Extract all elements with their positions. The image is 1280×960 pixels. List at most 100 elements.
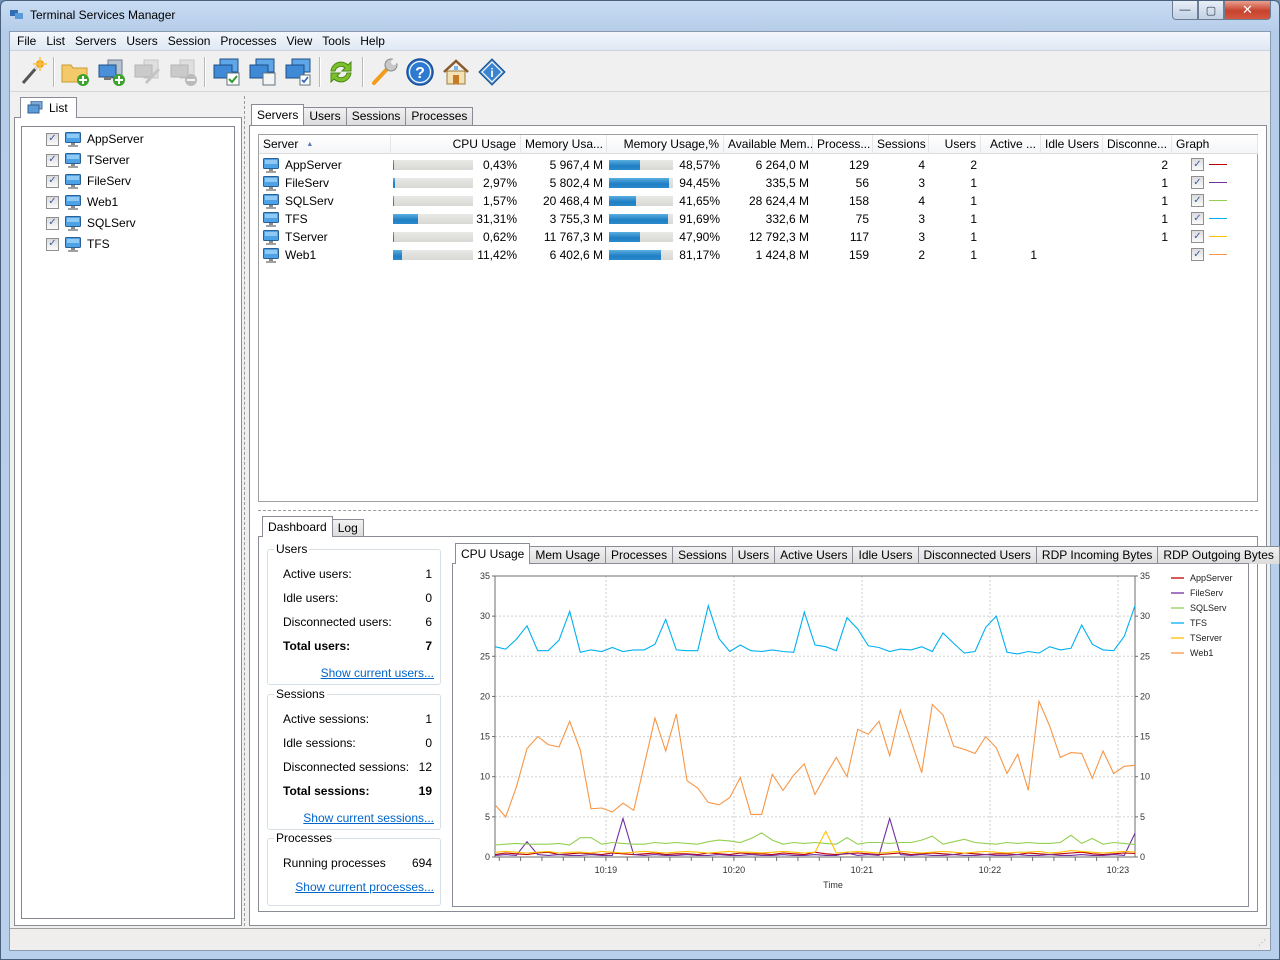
table-row[interactable]: SQLServ 1,57% 20 468,4 M 41,65% 28 624,4 M 15… xyxy=(259,192,1257,210)
column-header-active[interactable]: Active ... xyxy=(981,135,1041,154)
graph-checkbox[interactable]: ✓ xyxy=(1191,158,1204,171)
cell-mem: 6 402,6 M xyxy=(549,248,603,262)
column-header-available-mem[interactable]: Available Mem... xyxy=(724,135,813,154)
graph-checkbox[interactable]: ✓ xyxy=(1191,248,1204,261)
tab-processes[interactable]: Processes xyxy=(405,107,474,125)
magic-wand-button[interactable] xyxy=(14,54,50,90)
chart-tab-sessions[interactable]: Sessions xyxy=(672,546,733,564)
show-current-users-link[interactable]: Show current users... xyxy=(321,666,434,680)
column-header-process[interactable]: Process... xyxy=(813,135,873,154)
server-checkbox[interactable]: ✓ xyxy=(46,195,59,209)
menu-session[interactable]: Session xyxy=(163,32,216,51)
toolbar-separator xyxy=(204,56,205,87)
vertical-splitter[interactable] xyxy=(244,96,247,926)
settings-wrench-button[interactable] xyxy=(366,54,402,90)
graph-checkbox[interactable]: ✓ xyxy=(1191,194,1204,207)
chart-tab-rdp-incoming-bytes[interactable]: RDP Incoming Bytes xyxy=(1035,546,1159,564)
column-header-users[interactable]: Users xyxy=(929,135,981,154)
server-checkbox[interactable]: ✓ xyxy=(46,237,59,251)
resize-grip-icon[interactable]: ⋰ xyxy=(1258,938,1268,948)
chart-tab-processes[interactable]: Processes xyxy=(605,546,674,564)
remove-server-button[interactable] xyxy=(165,54,201,90)
column-header-cpu-usage[interactable]: CPU Usage xyxy=(391,135,521,154)
stat-value: 1 xyxy=(425,567,432,581)
server-checkbox[interactable]: ✓ xyxy=(46,153,59,167)
chart-tab-idle-users[interactable]: Idle Users xyxy=(852,546,919,564)
y-tick-label-right: 5 xyxy=(1140,812,1145,822)
horizontal-splitter[interactable] xyxy=(258,510,1258,512)
tab-servers[interactable]: Servers xyxy=(251,104,305,125)
chart-tab-disconnected-users[interactable]: Disconnected Users xyxy=(917,546,1037,564)
column-header-memory-usa[interactable]: Memory Usa... xyxy=(521,135,607,154)
tab-dashboard[interactable]: Dashboard xyxy=(262,516,333,537)
server-checkbox[interactable]: ✓ xyxy=(46,132,59,146)
menu-processes[interactable]: Processes xyxy=(215,32,281,51)
home-button[interactable] xyxy=(438,54,474,90)
show-current-processes-link[interactable]: Show current processes... xyxy=(295,880,434,894)
tree-item-label: TFS xyxy=(87,237,110,251)
table-row[interactable]: Web1 11,42% 6 402,6 M 81,17% 1 424,8 M 159 2 1 1… xyxy=(259,246,1257,264)
menu-file[interactable]: File xyxy=(12,32,41,51)
column-header-disconne[interactable]: Disconne... xyxy=(1103,135,1172,154)
cell-active xyxy=(981,210,1041,228)
title-bar[interactable]: Terminal Services Manager — ▢ ✕ xyxy=(1,1,1279,31)
server-checkbox[interactable]: ✓ xyxy=(46,216,59,230)
stat-value: 6 xyxy=(425,615,432,629)
tree-item-tserver[interactable]: ✓ TServer xyxy=(46,151,130,169)
add-folder-button[interactable] xyxy=(57,54,93,90)
menu-tools[interactable]: Tools xyxy=(317,32,355,51)
tab-users[interactable]: Users xyxy=(303,107,347,125)
menu-help[interactable]: Help xyxy=(355,32,390,51)
chart-tab-active-users[interactable]: Active Users xyxy=(774,546,854,564)
table-row[interactable]: TServer 0,62% 11 767,3 M 47,90% 12 792,3 M 11… xyxy=(259,228,1257,246)
refresh-button[interactable] xyxy=(323,54,359,90)
tab-list[interactable]: List xyxy=(20,97,77,118)
select-all-servers-button[interactable] xyxy=(208,54,244,90)
tab-log[interactable]: Log xyxy=(331,519,364,537)
series-color-swatch xyxy=(1209,236,1227,237)
close-button[interactable]: ✕ xyxy=(1224,1,1271,20)
tree-item-tfs[interactable]: ✓ TFS xyxy=(46,235,110,253)
add-server-button[interactable] xyxy=(93,54,129,90)
server-checkbox[interactable]: ✓ xyxy=(46,174,59,188)
column-header-memory-usage[interactable]: Memory Usage,% xyxy=(607,135,724,154)
chart-tab-rdp-outgoing-bytes[interactable]: RDP Outgoing Bytes xyxy=(1157,546,1280,564)
server-cell: FileServ xyxy=(263,174,391,192)
column-header-server[interactable]: Server ▲ xyxy=(259,135,391,154)
table-row[interactable]: FileServ 2,97% 5 802,4 M 94,45% 335,5 M 56 3 1 1… xyxy=(259,174,1257,192)
graph-checkbox[interactable]: ✓ xyxy=(1191,176,1204,189)
table-row[interactable]: TFS 31,31% 3 755,3 M 91,69% 332,6 M 75 3 1 1 ✓ xyxy=(259,210,1257,228)
tree-item-sqlserv[interactable]: ✓ SQLServ xyxy=(46,214,136,232)
show-current-sessions-link[interactable]: Show current sessions... xyxy=(303,811,434,825)
menu-users[interactable]: Users xyxy=(121,32,162,51)
y-tick-label-left: 15 xyxy=(480,732,490,742)
check-servers-button[interactable] xyxy=(280,54,316,90)
graph-checkbox[interactable]: ✓ xyxy=(1191,212,1204,225)
minimize-button[interactable]: — xyxy=(1172,1,1198,20)
tab-sessions[interactable]: Sessions xyxy=(345,107,407,125)
cell-disconnected: 2 xyxy=(1161,158,1168,172)
chart-tab-users[interactable]: Users xyxy=(731,546,776,564)
tree-item-label: Web1 xyxy=(87,195,119,209)
edit-server-button[interactable] xyxy=(129,54,165,90)
menu-view[interactable]: View xyxy=(281,32,317,51)
chart-tab-mem-usage[interactable]: Mem Usage xyxy=(529,546,607,564)
tree-item-fileserv[interactable]: ✓ FileServ xyxy=(46,172,131,190)
graph-checkbox[interactable]: ✓ xyxy=(1191,230,1204,243)
y-tick-label-left: 25 xyxy=(480,651,490,661)
tree-item-web1[interactable]: ✓ Web1 xyxy=(46,193,118,211)
column-header-idle-users[interactable]: Idle Users xyxy=(1041,135,1103,154)
info-button[interactable]: i xyxy=(474,54,510,90)
server-cell: AppServer xyxy=(263,156,391,174)
chart-tab-cpu-usage[interactable]: CPU Usage xyxy=(455,543,531,564)
menu-list[interactable]: List xyxy=(41,32,70,51)
column-header-sessions[interactable]: Sessions xyxy=(873,135,929,154)
tree-item-appserver[interactable]: ✓ AppServer xyxy=(46,130,144,148)
table-row[interactable]: AppServer 0,43% 5 967,4 M 48,57% 6 264,0 M 12… xyxy=(259,156,1257,174)
help-button[interactable]: ? xyxy=(402,54,438,90)
menu-servers[interactable]: Servers xyxy=(70,32,121,51)
toolbar: ? i xyxy=(10,52,1270,92)
column-header-graph[interactable]: Graph xyxy=(1172,135,1258,154)
deselect-servers-button[interactable] xyxy=(244,54,280,90)
maximize-button[interactable]: ▢ xyxy=(1198,1,1224,20)
